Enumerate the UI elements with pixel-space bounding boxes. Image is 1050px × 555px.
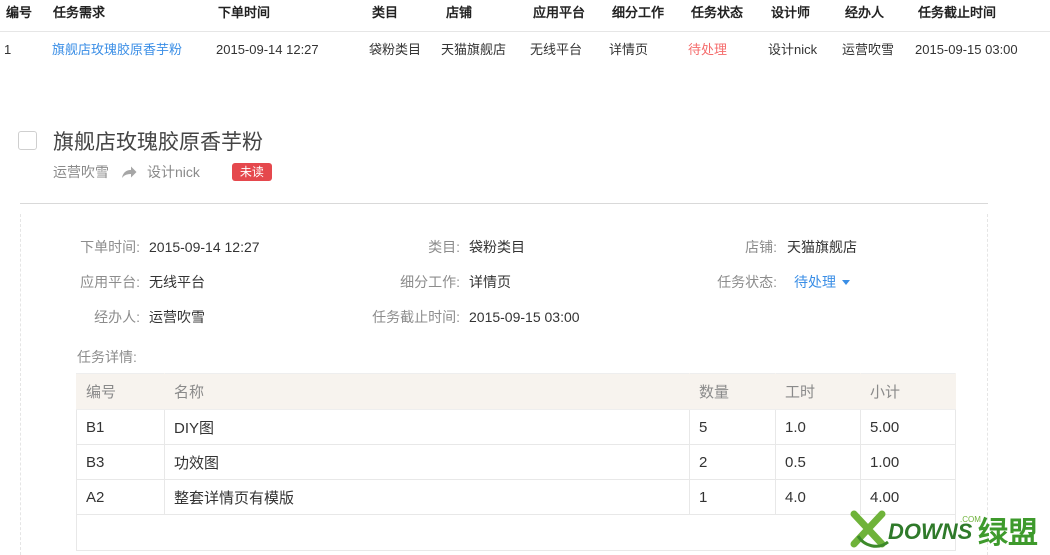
col-header-hours: 工时: [775, 373, 861, 410]
col-header-shop: 店铺: [446, 5, 473, 20]
row-designer: 设计nick: [768, 42, 818, 57]
platform-value: 无线平台: [149, 274, 205, 290]
row-deadline: 2015-09-15 03:00: [915, 42, 1018, 57]
cell-hours: 0.5: [775, 444, 861, 480]
cell-name: DIY图: [164, 409, 690, 445]
cell-quantity: 2: [689, 444, 776, 480]
row-status: 待处理: [688, 42, 728, 57]
table-row: A2 整套详情页有模版 1 4.0 4.00: [76, 479, 956, 515]
cell-hours: 1.0: [775, 409, 861, 445]
divider: [20, 203, 988, 204]
table-header-row: 编号 名称 数量 工时 小计: [76, 373, 956, 410]
cell-code: B1: [76, 409, 165, 445]
col-header-category: 类目: [372, 5, 399, 20]
cell-name: 功效图: [164, 444, 690, 480]
handler-label: 经办人:: [94, 309, 140, 325]
cell-code: B3: [76, 444, 165, 480]
cell-hours: 4.0: [775, 479, 861, 515]
handler-value: 运营吹雪: [149, 309, 205, 325]
status-dropdown[interactable]: 待处理: [794, 272, 850, 292]
col-header-requirement: 任务需求: [53, 5, 106, 20]
table-row-empty: [76, 514, 956, 551]
field-row-1: 下单时间: 2015-09-14 12:27 类目: 袋粉类目 店铺: 天猫旗舰…: [0, 237, 1050, 257]
cell-code: A2: [76, 479, 165, 515]
field-row-2: 应用平台: 无线平台 细分工作: 详情页 任务状态: 待处理: [0, 272, 1050, 292]
col-header-order-time: 下单时间: [218, 5, 271, 20]
col-header-name: 名称: [164, 373, 690, 410]
category-value: 袋粉类目: [469, 239, 525, 255]
cell-subtotal: 1.00: [860, 444, 956, 480]
status-value: 待处理: [794, 274, 836, 290]
cell-quantity: 1: [689, 479, 776, 515]
deadline-label: 任务截止时间:: [372, 309, 460, 325]
table-row: B3 功效图 2 0.5 1.00: [76, 444, 956, 480]
row-order-time: 2015-09-14 12:27: [216, 42, 319, 57]
col-header-id: 编号: [6, 5, 33, 20]
col-header-code: 编号: [76, 373, 165, 410]
row-platform: 无线平台: [530, 42, 583, 57]
order-time-value: 2015-09-14 12:27: [149, 239, 260, 255]
task-assignment: 运营吹雪 设计nick 未读: [53, 162, 272, 182]
row-subwork: 详情页: [609, 42, 649, 57]
shop-label: 店铺:: [745, 239, 777, 255]
chevron-down-icon: [842, 280, 850, 285]
row-id: 1: [4, 42, 12, 57]
platform-label: 应用平台:: [80, 274, 140, 290]
subwork-label: 细分工作:: [400, 274, 460, 290]
cell-name: 整套详情页有模版: [164, 479, 690, 515]
deadline-value: 2015-09-15 03:00: [469, 309, 580, 325]
col-header-status: 任务状态: [691, 5, 744, 20]
task-checkbox[interactable]: [18, 131, 37, 150]
unread-badge: 未读: [231, 163, 272, 181]
subwork-value: 详情页: [469, 274, 511, 290]
row-shop: 天猫旗舰店: [441, 42, 507, 57]
row-category: 袋粉类目: [369, 42, 422, 57]
col-header-deadline: 任务截止时间: [918, 5, 997, 20]
row-requirement-link[interactable]: 旗舰店玫瑰胶原香芋粉: [52, 33, 182, 65]
field-row-3: 经办人: 运营吹雪 任务截止时间: 2015-09-15 03:00: [0, 307, 1050, 327]
category-label: 类目:: [428, 239, 460, 255]
col-header-designer: 设计师: [771, 5, 811, 20]
downs-logo: DOWNS .COM 绿盟: [850, 510, 1038, 551]
cell-quantity: 5: [689, 409, 776, 445]
col-header-subtotal: 小计: [860, 373, 956, 410]
table-row: B1 DIY图 5 1.0 5.00: [76, 409, 956, 445]
task-title: 旗舰店玫瑰胶原香芋粉: [53, 131, 263, 154]
task-list-header: 编号 任务需求 下单时间 类目 店铺 应用平台 细分工作 任务状态 设计师 经办…: [0, 0, 1050, 32]
assignee-name: 设计nick: [147, 164, 200, 180]
logo-cn-text: 绿盟: [978, 516, 1038, 551]
task-details-label: 任务详情:: [77, 349, 137, 365]
task-details-table: 编号 名称 数量 工时 小计 B1 DIY图 5 1.0 5.00 B3 功效图…: [76, 373, 956, 551]
order-time-label: 下单时间:: [80, 239, 140, 255]
col-header-handler: 经办人: [845, 5, 885, 20]
col-header-subwork: 细分工作: [612, 5, 665, 20]
forward-arrow-icon: [122, 166, 137, 178]
assigner-name: 运营吹雪: [53, 164, 109, 180]
shop-value: 天猫旗舰店: [787, 239, 857, 255]
status-label: 任务状态:: [717, 274, 777, 290]
task-list-row[interactable]: 1 旗舰店玫瑰胶原香芋粉 2015-09-14 12:27 袋粉类目 天猫旗舰店…: [0, 33, 1050, 65]
row-handler: 运营吹雪: [842, 42, 895, 57]
col-header-quantity: 数量: [689, 373, 776, 410]
cell-subtotal: 5.00: [860, 409, 956, 445]
col-header-platform: 应用平台: [533, 5, 586, 20]
